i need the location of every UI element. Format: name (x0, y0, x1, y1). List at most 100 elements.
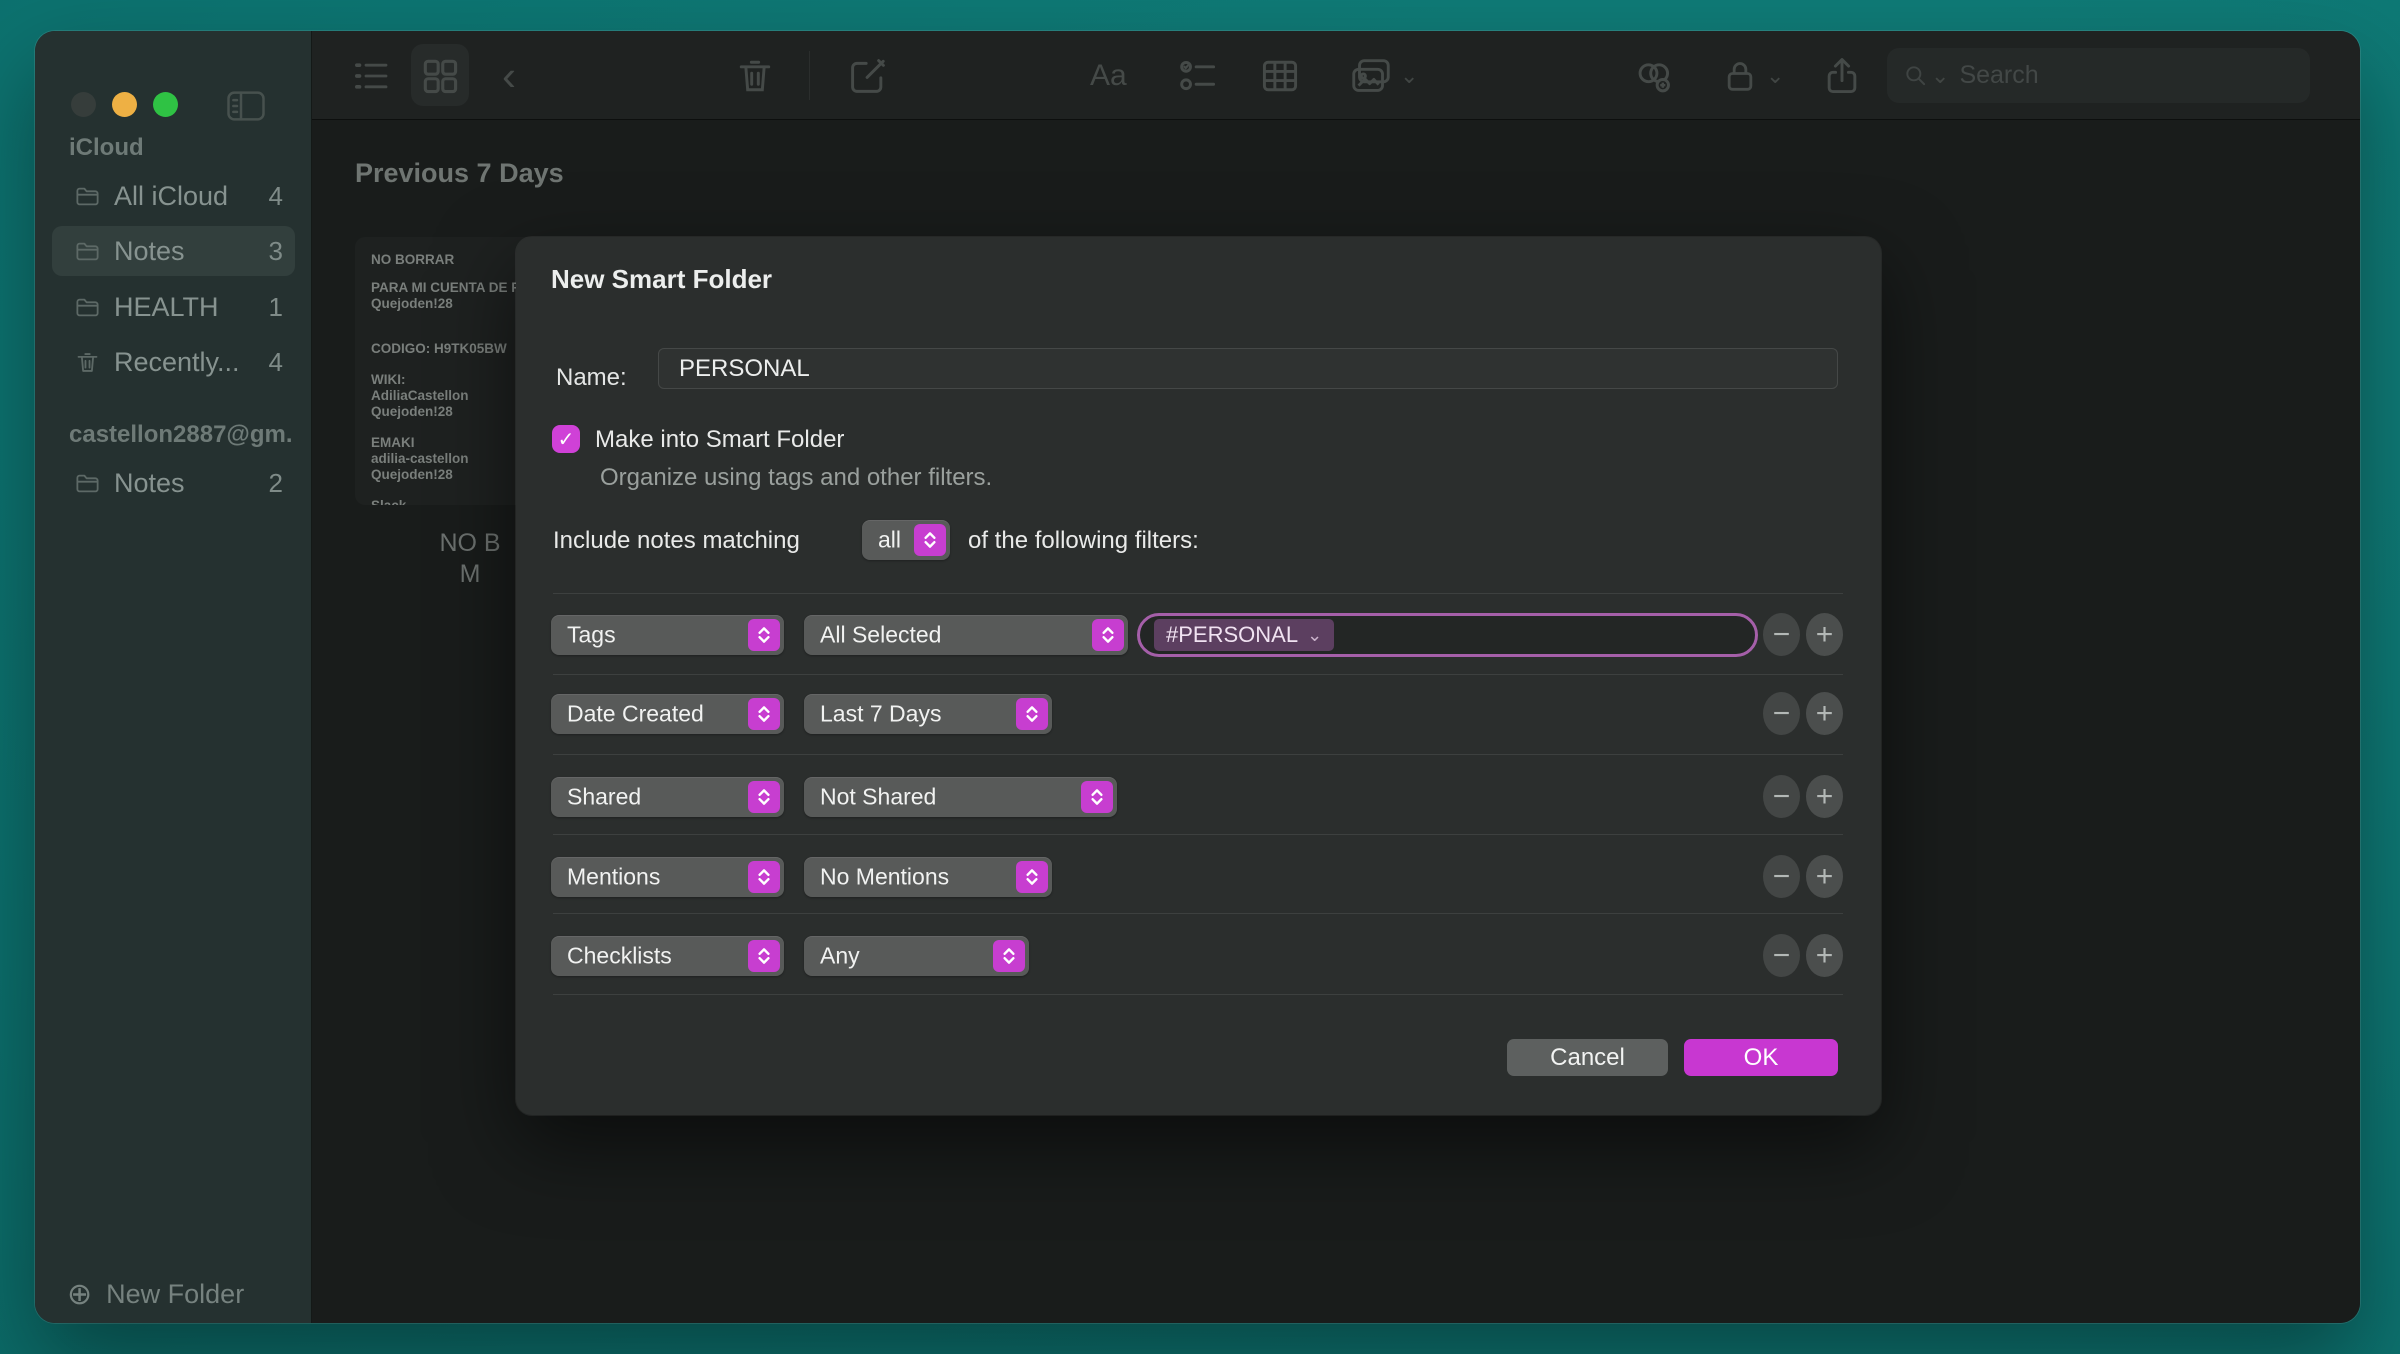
search-input[interactable] (1959, 61, 2294, 90)
add-filter-button[interactable]: + (1806, 855, 1843, 898)
up-down-stepper-icon (914, 524, 946, 556)
remove-filter-button[interactable]: − (1763, 692, 1800, 735)
item-count: 2 (269, 468, 283, 499)
delete-note-button[interactable] (733, 31, 777, 120)
up-down-stepper-icon (748, 861, 780, 893)
notes-window: iCloud All iCloud 4 Notes 3 HEALTH 1 (35, 31, 2360, 1323)
remove-filter-button[interactable]: − (1763, 613, 1800, 656)
new-folder-button[interactable]: ⊕ New Folder (67, 1279, 244, 1310)
sidebar-item-recently-deleted[interactable]: Recently... 4 (52, 337, 295, 387)
format-button[interactable]: Aa (1090, 31, 1127, 120)
gallery-view-button[interactable] (418, 31, 462, 120)
filter-field-select[interactable]: Mentions (551, 857, 784, 897)
search-chevron-icon: ⌄ (1931, 63, 1949, 89)
tag-token[interactable]: #PERSONAL ⌄ (1154, 619, 1334, 651)
plus-icon: + (1816, 860, 1834, 894)
divider (553, 994, 1843, 995)
filter-field-select[interactable]: Shared (551, 777, 784, 817)
match-prefix-text: Include notes matching (553, 527, 800, 555)
search-field[interactable]: ⌄ (1887, 48, 2310, 103)
remove-filter-button[interactable]: − (1763, 775, 1800, 818)
compose-note-button[interactable] (846, 31, 890, 120)
cancel-button[interactable]: Cancel (1507, 1039, 1668, 1076)
smart-folder-checkbox[interactable]: ✓ (552, 425, 580, 453)
filter-value-select[interactable]: All Selected (804, 615, 1128, 655)
divider (553, 674, 1843, 675)
sidebar-toggle-icon[interactable] (226, 90, 266, 122)
trash-icon (74, 349, 101, 376)
folder-icon (74, 183, 101, 210)
item-count: 4 (269, 347, 283, 378)
add-link-button[interactable] (1632, 31, 1676, 120)
close-window-button[interactable] (71, 92, 96, 117)
name-label: Name: (556, 364, 627, 392)
sidebar-item-account-notes[interactable]: Notes 2 (52, 458, 295, 508)
plus-icon: + (1816, 697, 1834, 731)
up-down-stepper-icon (748, 619, 780, 651)
minus-icon: − (1773, 697, 1791, 731)
tag-token-field[interactable]: #PERSONAL ⌄ (1137, 613, 1758, 657)
folder-icon (74, 294, 101, 321)
filter-value-select[interactable]: Not Shared (804, 777, 1117, 817)
add-filter-button[interactable]: + (1806, 934, 1843, 977)
list-view-button[interactable] (351, 31, 391, 120)
filter-row-mentions: Mentions No Mentions − + (516, 855, 1881, 899)
dialog-title: New Smart Folder (551, 264, 772, 295)
remove-filter-button[interactable]: − (1763, 934, 1800, 977)
group-heading: Previous 7 Days (355, 158, 564, 189)
minus-icon: − (1773, 780, 1791, 814)
plus-icon: + (1816, 618, 1834, 652)
chevron-down-icon: ⌄ (1400, 63, 1418, 89)
filter-value-select[interactable]: No Mentions (804, 857, 1052, 897)
add-filter-button[interactable]: + (1806, 775, 1843, 818)
table-button[interactable] (1258, 31, 1302, 120)
minimize-window-button[interactable] (112, 92, 137, 117)
add-filter-button[interactable]: + (1806, 613, 1843, 656)
add-filter-button[interactable]: + (1806, 692, 1843, 735)
minus-icon: − (1773, 860, 1791, 894)
back-chevron-button[interactable]: ‹ (502, 31, 516, 120)
sidebar-item-notes[interactable]: Notes 3 (52, 226, 295, 276)
remove-filter-button[interactable]: − (1763, 855, 1800, 898)
item-count: 1 (269, 292, 283, 323)
filter-value-select[interactable]: Last 7 Days (804, 694, 1052, 734)
media-button[interactable]: ⌄ (1348, 31, 1418, 120)
sidebar-item-health[interactable]: HEALTH 1 (52, 282, 295, 332)
divider (553, 593, 1843, 594)
filter-row-tags: Tags All Selected #PERSONAL ⌄ − + (516, 613, 1881, 657)
up-down-stepper-icon (1016, 698, 1048, 730)
zoom-window-button[interactable] (153, 92, 178, 117)
filter-field-select[interactable]: Tags (551, 615, 784, 655)
up-down-stepper-icon (1016, 861, 1048, 893)
match-mode-select[interactable]: all (862, 520, 950, 560)
share-button[interactable] (1820, 31, 1864, 120)
plus-icon: + (1816, 939, 1834, 973)
checkmark-icon: ✓ (558, 427, 575, 452)
folder-name-field (658, 348, 1838, 389)
folder-name-input[interactable] (659, 349, 1837, 388)
item-count: 4 (269, 181, 283, 212)
up-down-stepper-icon (748, 781, 780, 813)
match-suffix-text: of the following filters: (968, 527, 1199, 555)
filter-value-select[interactable]: Any (804, 936, 1029, 976)
checkbox-label: Make into Smart Folder (595, 426, 844, 454)
folder-icon (74, 238, 101, 265)
traffic-lights (71, 92, 178, 117)
folder-icon (74, 470, 101, 497)
circle-plus-icon: ⊕ (67, 1280, 92, 1310)
filter-row-shared: Shared Not Shared − + (516, 775, 1881, 819)
minus-icon: − (1773, 939, 1791, 973)
filter-row-date-created: Date Created Last 7 Days − + (516, 692, 1881, 736)
new-smart-folder-dialog: New Smart Folder Name: ✓ Make into Smart… (516, 237, 1881, 1115)
sidebar-item-all-icloud[interactable]: All iCloud 4 (52, 171, 295, 221)
ok-button[interactable]: OK (1684, 1039, 1838, 1076)
lock-button[interactable]: ⌄ (1720, 31, 1784, 120)
checkbox-subtext: Organize using tags and other filters. (600, 464, 992, 492)
checklist-button[interactable] (1176, 31, 1220, 120)
minus-icon: − (1773, 618, 1791, 652)
filter-field-select[interactable]: Date Created (551, 694, 784, 734)
filter-row-checklists: Checklists Any − + (516, 934, 1881, 978)
divider (553, 834, 1843, 835)
filter-field-select[interactable]: Checklists (551, 936, 784, 976)
sidebar: iCloud All iCloud 4 Notes 3 HEALTH 1 (35, 31, 312, 1323)
